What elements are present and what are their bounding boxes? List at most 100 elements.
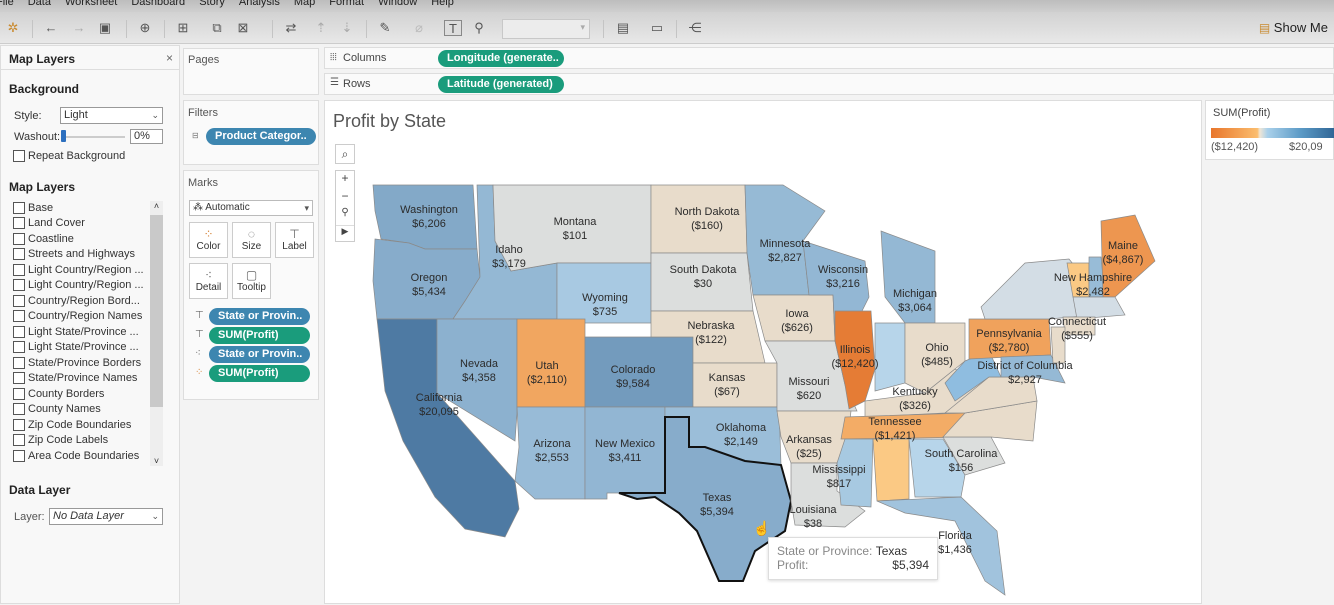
zoom-out-button[interactable]: − <box>336 189 354 207</box>
expand-toolbar-icon[interactable]: ▶ <box>336 225 354 243</box>
color-legend[interactable]: SUM(Profit) ($12,420) $20,09 <box>1205 100 1334 160</box>
search-icon[interactable]: ⌕ <box>335 144 355 164</box>
layer-checkbox-land-cover[interactable]: Land Cover <box>13 216 85 232</box>
sort-asc-icon[interactable]: ⇡ <box>312 20 330 36</box>
close-icon[interactable]: × <box>166 51 173 65</box>
size-card[interactable]: ◌ Size <box>232 222 271 258</box>
state-alabama[interactable] <box>872 438 910 502</box>
menu-help[interactable]: Help <box>431 0 454 12</box>
rows-pill-latitude[interactable]: Latitude (generated) <box>438 76 564 93</box>
save-icon[interactable]: ▣ <box>96 20 114 36</box>
layer-checkbox-light-country-region[interactable]: Light Country/Region ... <box>13 278 144 294</box>
swap-icon[interactable]: ⇄ <box>282 20 300 36</box>
fit-dropdown[interactable]: ▾ <box>502 19 590 39</box>
washout-input[interactable]: 0% <box>130 129 163 144</box>
clear-icon[interactable]: ⊠ <box>234 20 252 36</box>
color-card[interactable]: ⁘ Color <box>189 222 228 258</box>
new-datasource-icon[interactable]: ⊕ <box>136 20 154 36</box>
group-icon[interactable]: ⌀ <box>410 20 428 36</box>
layer-checkbox-country-region-bord[interactable]: Country/Region Bord... <box>13 293 140 309</box>
menu-story[interactable]: Story <box>199 0 225 12</box>
presentation-icon[interactable]: ▭ <box>648 20 666 36</box>
state-utah[interactable] <box>516 318 586 408</box>
state-new-mexico[interactable] <box>584 406 666 500</box>
map-view[interactable]: Profit by State ⌕ + − ⚲ ▶ Washington $6,2… <box>324 100 1202 604</box>
mark-type-select[interactable]: ⁂ Automatic ▾ <box>189 200 313 216</box>
tableau-logo-icon[interactable]: ✲ <box>4 20 22 36</box>
filter-pill-product-category[interactable]: Product Categor.. <box>206 128 316 145</box>
data-layer-select[interactable]: No Data Layer ⌄ <box>49 508 163 525</box>
show-cards-icon[interactable]: ▤ <box>614 20 632 36</box>
marks-field-pill[interactable]: State or Provin.. <box>209 346 310 363</box>
state-north-dakota[interactable] <box>650 184 748 254</box>
state-south-dakota[interactable] <box>650 252 754 312</box>
layer-checkbox-country-region-names[interactable]: Country/Region Names <box>13 309 142 325</box>
zoom-in-button[interactable]: + <box>336 171 354 189</box>
menu-format[interactable]: Format <box>329 0 364 12</box>
state-new-jersey[interactable] <box>1050 326 1066 364</box>
state-kansas[interactable] <box>692 362 778 408</box>
columns-shelf[interactable]: ⦙⦙⦙ Columns Longitude (generate.. <box>324 47 1334 69</box>
layer-checkbox-zip-code-labels[interactable]: Zip Code Labels <box>13 433 108 449</box>
state-indiana[interactable] <box>874 322 906 392</box>
show-labels-icon[interactable]: T <box>444 20 462 36</box>
layer-checkbox-state-province-borders[interactable]: State/Province Borders <box>13 355 141 371</box>
menu-worksheet[interactable]: Worksheet <box>65 0 117 12</box>
new-worksheet-icon[interactable]: ⊞ <box>174 20 192 36</box>
duplicate-icon[interactable]: ⧉ <box>208 20 226 36</box>
state-arizona[interactable] <box>514 406 586 500</box>
state-michigan[interactable] <box>880 230 936 324</box>
style-select[interactable]: Light ⌄ <box>60 107 163 124</box>
menu-file[interactable]: File <box>0 0 14 12</box>
marks-field-pill[interactable]: State or Provin.. <box>209 308 310 325</box>
share-icon[interactable]: ⋲ <box>686 20 704 36</box>
layer-checkbox-light-state-province[interactable]: Light State/Province ... <box>13 340 139 356</box>
menu-dashboard[interactable]: Dashboard <box>131 0 185 12</box>
state-colorado[interactable] <box>584 336 694 408</box>
state-connecticut[interactable] <box>1062 316 1096 336</box>
columns-pill-longitude[interactable]: Longitude (generate.. <box>438 50 564 67</box>
highlight-icon[interactable]: ✎ <box>376 20 394 36</box>
layer-checkbox-streets-and-highways[interactable]: Streets and Highways <box>13 247 135 263</box>
scroll-down-icon[interactable]: ˅ <box>150 456 163 466</box>
label-card[interactable]: ⊤ Label <box>275 222 314 258</box>
layer-checkbox-area-code-boundaries[interactable]: Area Code Boundaries <box>13 448 139 464</box>
layer-checkbox-county-names[interactable]: County Names <box>13 402 101 418</box>
scroll-up-icon[interactable]: ˄ <box>150 201 163 211</box>
show-me-button[interactable]: ▤ Show Me <box>1259 20 1328 35</box>
rows-shelf[interactable]: ☰ Rows Latitude (generated) <box>324 73 1334 95</box>
state-massachusetts[interactable] <box>1072 296 1126 320</box>
undo-icon[interactable]: ← <box>42 20 60 36</box>
us-choropleth-map[interactable]: Washington$6,206Oregon$5,434California$2… <box>325 101 1203 605</box>
tooltip-card[interactable]: ▢ Tooltip <box>232 263 271 299</box>
washout-slider-handle[interactable] <box>61 130 66 142</box>
state-pennsylvania[interactable] <box>968 318 1052 360</box>
menu-analysis[interactable]: Analysis <box>239 0 280 12</box>
state-maine[interactable] <box>1100 214 1156 298</box>
repeat-background-checkbox[interactable]: Repeat Background <box>13 150 125 163</box>
state-washington[interactable] <box>372 184 478 250</box>
layer-checkbox-light-state-province[interactable]: Light State/Province ... <box>13 324 139 340</box>
layer-checkbox-base[interactable]: Base <box>13 200 53 216</box>
redo-icon[interactable]: → <box>70 20 88 36</box>
state-iowa[interactable] <box>752 294 836 342</box>
menu-map[interactable]: Map <box>294 0 315 12</box>
layer-checkbox-coastline[interactable]: Coastline <box>13 231 74 247</box>
sort-desc-icon[interactable]: ⇣ <box>338 20 356 36</box>
state-montana[interactable] <box>492 184 652 272</box>
pages-shelf[interactable]: Pages <box>183 48 319 95</box>
menu-data[interactable]: Data <box>28 0 51 12</box>
state-mississippi[interactable] <box>836 438 874 508</box>
state-wyoming[interactable] <box>556 262 652 324</box>
pin-icon[interactable]: ⚲ <box>470 20 488 36</box>
layers-scrollbar[interactable]: ˄ ˅ <box>150 201 163 466</box>
layer-checkbox-zip-code-boundaries[interactable]: Zip Code Boundaries <box>13 417 131 433</box>
marks-field-pill[interactable]: SUM(Profit) <box>209 327 310 344</box>
layer-checkbox-county-borders[interactable]: County Borders <box>13 386 104 402</box>
menu-window[interactable]: Window <box>378 0 417 12</box>
detail-card[interactable]: ⁖ Detail <box>189 263 228 299</box>
washout-slider-track[interactable] <box>63 136 125 138</box>
pin-map-icon[interactable]: ⚲ <box>336 207 354 225</box>
layer-checkbox-light-country-region[interactable]: Light Country/Region ... <box>13 262 144 278</box>
filters-shelf[interactable]: Filters ⊟ Product Categor.. <box>183 100 319 165</box>
